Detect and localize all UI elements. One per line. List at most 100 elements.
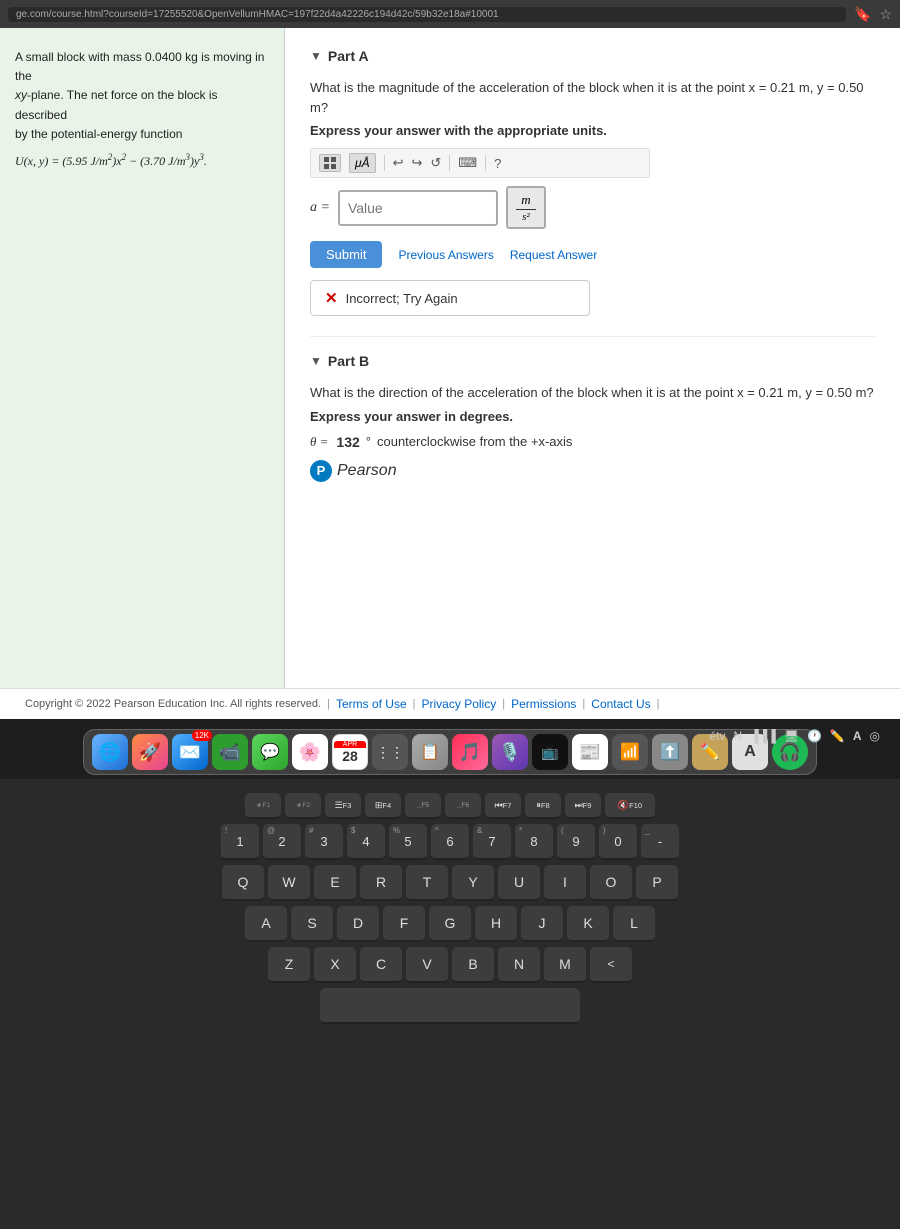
toolbar-sep-1 [384,155,385,171]
bookmark-icon[interactable]: 🔖 [854,6,871,23]
key-0[interactable]: )0 [599,824,637,860]
key-5[interactable]: %5 [389,824,427,860]
footer: Copyright © 2022 Pearson Education Inc. … [0,688,900,719]
dock-grid[interactable]: ⋮⋮ [372,734,408,770]
key-k[interactable]: K [567,906,609,942]
x-mark-icon: ✕ [325,289,338,307]
permissions-link[interactable]: Permissions [511,697,576,711]
key-g[interactable]: G [429,906,471,942]
key-f[interactable]: F [383,906,425,942]
key-e[interactable]: E [314,865,356,901]
dock-launchpad[interactable]: 🚀 [132,734,168,770]
font-icon: A [853,729,862,743]
privacy-link[interactable]: Privacy Policy [422,697,497,711]
dock-appletv[interactable]: 📺 [532,734,568,770]
key-t[interactable]: T [406,865,448,901]
status-bar: étv N ▐▐▐ 🖥 🕐 ✏️ A ◎ [710,729,881,743]
redo-icon[interactable]: ↪ [411,155,422,171]
key-space[interactable] [320,988,580,1024]
dock-finder[interactable]: 🌐 [92,734,128,770]
theta-label: θ = [310,434,328,450]
dock-news[interactable]: 📰 [572,734,608,770]
key-1[interactable]: !1 [221,824,259,860]
help-icon[interactable]: ? [494,156,501,171]
dock-calendar[interactable]: APR 28 [332,734,368,770]
contact-link[interactable]: Contact Us [591,697,650,711]
part-a-header: ▼ Part A [310,48,875,64]
key-j[interactable]: J [521,906,563,942]
submit-button[interactable]: Submit [310,241,382,268]
key-v[interactable]: V [406,947,448,983]
key-8[interactable]: *8 [515,824,553,860]
grid-btn[interactable] [319,154,341,172]
key-l[interactable]: L [613,906,655,942]
key-4[interactable]: $4 [347,824,385,860]
submit-row: Submit Previous Answers Request Answer [310,241,875,268]
key-c[interactable]: C [360,947,402,983]
key-f4[interactable]: ⊞F4 [365,793,401,819]
key-x[interactable]: X [314,947,356,983]
key-7[interactable]: &7 [473,824,511,860]
key-d[interactable]: D [337,906,379,942]
key-9[interactable]: (9 [557,824,595,860]
key-y[interactable]: Y [452,865,494,901]
key-f10[interactable]: 🔇F10 [605,793,655,819]
z-key-row: Z X C V B N M < [10,947,890,983]
key-m[interactable]: M [544,947,586,983]
key-q[interactable]: Q [222,865,264,901]
dock-facetime[interactable]: 📹 [212,734,248,770]
part-a-question: What is the magnitude of the acceleratio… [310,78,875,117]
dock-podcasts[interactable]: 🎙️ [492,734,528,770]
key-comma[interactable]: < [590,947,632,983]
part-b-question: What is the direction of the acceleratio… [310,383,875,403]
dock-music[interactable]: 🎵 [452,734,488,770]
dock-signal-bars[interactable]: 📶 [612,734,648,770]
request-answer-link[interactable]: Request Answer [510,248,597,262]
key-f6[interactable]: ..F6 [445,793,481,819]
dock-messages[interactable]: 💬 [252,734,288,770]
pearson-icon: P [310,460,332,482]
key-f3[interactable]: ☰F3 [325,793,361,819]
key-p[interactable]: P [636,865,678,901]
dock-mail[interactable]: ✉️ 12K [172,734,208,770]
key-u[interactable]: U [498,865,540,901]
key-f9[interactable]: ⏭F9 [565,793,601,819]
keyboard: ✶F1 ✶F2 ☰F3 ⊞F4 ..F5 ..F6 ⏮F7 ⏸F8 ⏭F9 🔇F… [0,779,900,1229]
circle-icon: ◎ [870,729,880,743]
key-f5[interactable]: ..F5 [405,793,441,819]
dock-share[interactable]: ⬆️ [652,734,688,770]
key-f8[interactable]: ⏸F8 [525,793,561,819]
key-f7[interactable]: ⏮F7 [485,793,521,819]
terms-link[interactable]: Terms of Use [336,697,407,711]
keyboard-icon[interactable]: ⌨ [458,155,477,171]
previous-answers-link[interactable]: Previous Answers [398,248,493,262]
key-w[interactable]: W [268,865,310,901]
pearson-logo: P Pearson [310,460,875,482]
dock-photos[interactable]: 🌸 [292,734,328,770]
key-r[interactable]: R [360,865,402,901]
key-o[interactable]: O [590,865,632,901]
key-n[interactable]: N [498,947,540,983]
key-h[interactable]: H [475,906,517,942]
key-f2[interactable]: ✶F2 [285,793,321,819]
key-a[interactable]: A [245,906,287,942]
mu-btn[interactable]: μÅ [349,153,376,173]
key-3[interactable]: #3 [305,824,343,860]
undo-icon[interactable]: ↩ [393,155,404,171]
url-bar[interactable]: ge.com/course.html?courseId=17255520&Ope… [8,7,846,22]
key-fn[interactable]: ✶F1 [245,793,281,819]
key-i[interactable]: I [544,865,586,901]
key-s[interactable]: S [291,906,333,942]
star-icon[interactable]: ☆ [879,6,892,23]
refresh-icon[interactable]: ↺ [430,155,441,171]
key-6[interactable]: ^6 [431,824,469,860]
key-z[interactable]: Z [268,947,310,983]
part-b-instruction: Express your answer in degrees. [310,409,875,424]
part-b-answer-row: θ = 132 ° counterclockwise from the +x-a… [310,434,875,450]
key-b[interactable]: B [452,947,494,983]
answer-input[interactable] [338,190,498,226]
dock-files[interactable]: 📋 [412,734,448,770]
key-2[interactable]: @2 [263,824,301,860]
answer-row: a = m s² [310,186,875,229]
key-dash[interactable]: _- [641,824,679,860]
